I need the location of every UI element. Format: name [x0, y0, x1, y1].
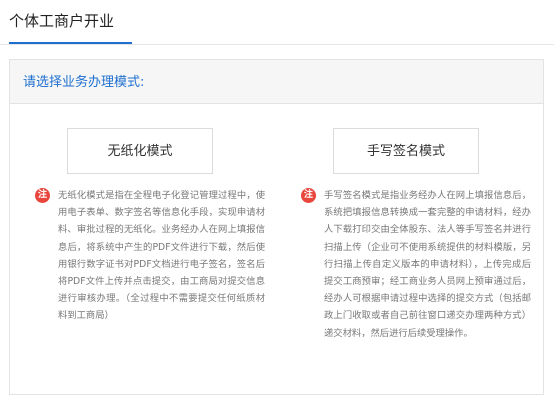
paperless-mode-button[interactable]: 无纸化模式: [67, 128, 213, 174]
note-icon: 注: [35, 188, 50, 203]
tab-bar: 个体工商户开业: [0, 0, 554, 45]
handwritten-mode-note: 注 手写签名模式是指业务经办人在网上填报信息后，系统把填报信息转换成一套完整的申…: [301, 187, 531, 342]
handwritten-signature-mode-button[interactable]: 手写签名模式: [333, 128, 479, 174]
note-icon: 注: [301, 188, 316, 203]
panel-title: 请选择业务办理模式:: [10, 60, 543, 104]
mode-selection-panel: 请选择业务办理模式: 无纸化模式 手写签名模式 注 无纸化模式是指在全程电子化登…: [9, 59, 544, 395]
paperless-mode-description: 无纸化模式是指在全程电子化登记管理过程中，使用电子表单、数字签名等信息化手段，实…: [58, 190, 265, 322]
tab-individual-business-opening[interactable]: 个体工商户开业: [9, 0, 132, 44]
paperless-mode-note: 注 无纸化模式是指在全程电子化登记管理过程中，使用电子表单、数字签名等信息化手段…: [35, 187, 265, 325]
handwritten-mode-description: 手写签名模式是指业务经办人在网上填报信息后，系统把填报信息转换成一套完整的申请材…: [324, 190, 531, 339]
